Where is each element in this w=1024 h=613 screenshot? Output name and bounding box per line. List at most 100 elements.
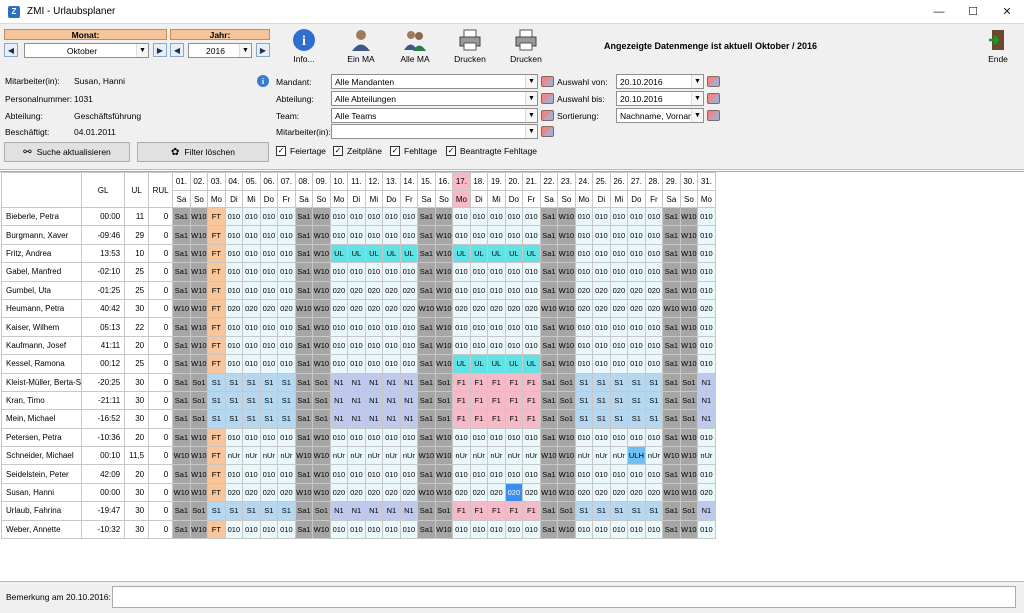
employee-name-cell[interactable]: Kaiser, Wilhem (0, 317, 83, 337)
day-header[interactable]: 12. (364, 172, 384, 191)
day-header[interactable]: 05. (242, 172, 261, 191)
day-cell[interactable]: 010 (224, 464, 244, 484)
day-cell[interactable]: W10 (189, 262, 209, 282)
day-cell[interactable]: nUr (609, 446, 629, 466)
day-cell[interactable]: Sa1 (172, 354, 191, 374)
day-cell[interactable]: S1 (207, 501, 226, 521)
day-cell[interactable]: 010 (452, 206, 471, 227)
day-cell[interactable]: Sa1 (417, 464, 436, 484)
day-cell[interactable]: Sa1 (662, 390, 681, 411)
remark-input[interactable] (112, 586, 1016, 608)
day-cell[interactable]: FT (207, 298, 226, 319)
day-header[interactable]: 31. (697, 172, 716, 191)
day-cell[interactable]: Sa1 (539, 206, 559, 227)
day-cell[interactable]: 020 (627, 280, 646, 300)
day-cell[interactable]: N1 (382, 501, 401, 521)
date-to-field[interactable]: 20.10.2016 ▼ (616, 91, 704, 106)
day-cell[interactable]: W10 (557, 262, 576, 282)
day-cell[interactable]: 010 (644, 225, 664, 245)
table-row[interactable]: Kessel, Ramona 00:12 25 0 Sa1 W10 FT 010 010 010 0… (0, 354, 716, 374)
day-cell[interactable]: W10 (294, 482, 314, 503)
day-cell[interactable]: W10 (557, 317, 576, 337)
day-cell[interactable]: S1 (277, 501, 296, 521)
eraser-icon[interactable] (707, 110, 720, 121)
clear-filter-button[interactable]: ✿ Filter löschen (137, 142, 269, 162)
day-cell[interactable]: 020 (364, 482, 384, 503)
day-cell[interactable]: So1 (312, 409, 331, 429)
day-cell[interactable]: W10 (557, 225, 576, 245)
day-cell[interactable]: 010 (574, 519, 594, 540)
employee-name-cell[interactable]: Gumbel, Uta (0, 280, 83, 300)
day-cell[interactable]: UL (364, 243, 384, 264)
day-cell[interactable]: N1 (364, 409, 384, 429)
day-cell[interactable]: Sa1 (539, 335, 559, 356)
day-cell[interactable]: S1 (242, 501, 261, 521)
day-cell[interactable]: 010 (347, 317, 366, 337)
day-cell[interactable]: S1 (644, 372, 664, 392)
day-header[interactable]: 02. (189, 172, 209, 191)
day-cell[interactable]: F1 (504, 501, 524, 521)
day-cell[interactable]: So1 (434, 409, 454, 429)
day-cell[interactable]: W10 (434, 298, 454, 319)
day-cell[interactable]: 010 (522, 317, 541, 337)
day-cell[interactable]: N1 (697, 409, 716, 429)
day-cell[interactable]: F1 (504, 372, 524, 392)
day-cell[interactable]: 010 (224, 206, 244, 227)
day-cell[interactable]: FT (207, 482, 226, 503)
day-cell[interactable]: 010 (522, 206, 541, 227)
day-cell[interactable]: Sa1 (662, 243, 681, 264)
day-cell[interactable]: N1 (347, 409, 366, 429)
day-cell[interactable]: 010 (469, 335, 489, 356)
day-header[interactable]: 26. (609, 172, 629, 191)
day-cell[interactable]: 010 (259, 262, 279, 282)
day-cell[interactable]: 010 (697, 427, 716, 448)
day-cell[interactable]: ULH (627, 446, 646, 466)
day-cell[interactable]: 010 (487, 427, 506, 448)
day-header[interactable]: 17. (452, 172, 471, 191)
day-cell[interactable]: 020 (574, 280, 594, 300)
one-employee-button[interactable]: Ein MA (336, 24, 386, 64)
day-cell[interactable]: 010 (364, 519, 384, 540)
day-cell[interactable]: 010 (487, 519, 506, 540)
day-cell[interactable]: Sa1 (294, 243, 314, 264)
day-cell[interactable]: So1 (557, 390, 576, 411)
day-cell[interactable]: N1 (382, 409, 401, 429)
maximize-button[interactable]: ☐ (956, 0, 990, 23)
day-cell[interactable]: Sa1 (417, 317, 436, 337)
day-header[interactable]: 23. (557, 172, 576, 191)
day-cell[interactable]: 010 (399, 335, 419, 356)
team-select[interactable]: Alle Teams ▼ (331, 108, 538, 123)
day-cell[interactable]: So1 (434, 501, 454, 521)
day-cell[interactable]: W10 (294, 298, 314, 319)
day-cell[interactable]: UL (452, 354, 471, 374)
day-cell[interactable]: W10 (189, 206, 209, 227)
day-cell[interactable]: 010 (364, 206, 384, 227)
day-cell[interactable]: Sa1 (539, 390, 559, 411)
employee-name-cell[interactable]: Schneider, Michael (0, 446, 83, 466)
day-cell[interactable]: 020 (277, 298, 296, 319)
day-cell[interactable]: W10 (557, 446, 576, 466)
day-cell[interactable]: 010 (399, 317, 419, 337)
day-cell[interactable]: 010 (242, 354, 261, 374)
sort-select[interactable]: Nachname, Vorname▼ (616, 108, 704, 123)
day-cell[interactable]: 010 (609, 335, 629, 356)
day-cell[interactable]: UL (522, 354, 541, 374)
day-cell[interactable]: 010 (469, 519, 489, 540)
day-cell[interactable]: Sa1 (662, 225, 681, 245)
day-cell[interactable]: W10 (539, 298, 559, 319)
day-cell[interactable]: W10 (539, 446, 559, 466)
day-cell[interactable]: 020 (399, 482, 419, 503)
table-row[interactable]: Gumbel, Uta -01:25 25 0 Sa1 W10 FT 010 010 010 010… (0, 280, 716, 300)
day-cell[interactable]: N1 (347, 501, 366, 521)
day-cell[interactable]: S1 (242, 409, 261, 429)
table-row[interactable]: Mein, Michael -16:52 30 0 Sa1 So1 S1 S1 S1 S1 S1 Sa… (0, 409, 716, 429)
day-cell[interactable]: W10 (434, 317, 454, 337)
day-cell[interactable]: FT (207, 464, 226, 484)
day-cell[interactable]: 010 (277, 225, 296, 245)
day-cell[interactable]: 010 (452, 519, 471, 540)
day-cell[interactable]: W10 (679, 335, 699, 356)
day-cell[interactable]: nUr (242, 446, 261, 466)
day-cell[interactable]: So1 (679, 501, 699, 521)
day-cell[interactable]: 010 (242, 280, 261, 300)
day-header[interactable]: 24. (574, 172, 594, 191)
